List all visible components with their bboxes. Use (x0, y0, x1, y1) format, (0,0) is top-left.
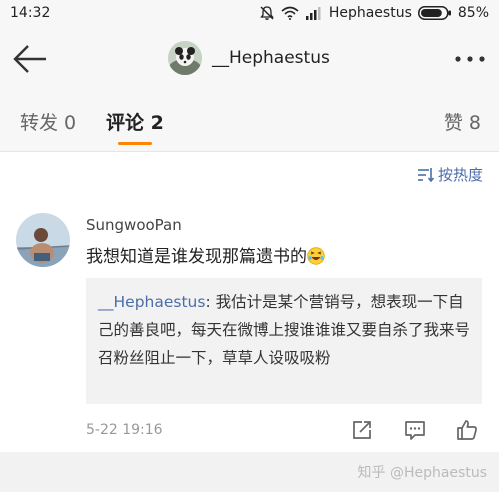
sort-label: 按热度 (437, 166, 483, 184)
nav-title-group[interactable]: __Hephaestus (168, 41, 330, 75)
mute-icon (260, 6, 274, 20)
tab-comment[interactable]: 评论 2 (106, 108, 164, 135)
battery-icon (417, 6, 451, 20)
battery-percent: 85% (457, 5, 489, 21)
like-thumb-icon[interactable] (455, 418, 479, 442)
avatar[interactable] (168, 41, 202, 75)
laughing-emoji-icon (307, 247, 325, 265)
commenter-username[interactable]: SungwooPan (86, 216, 182, 234)
sort-row: 按热度 (0, 152, 499, 196)
comment-body: 我想知道是谁发现那篇遗书的 (86, 247, 307, 267)
status-time: 14:32 (10, 5, 51, 21)
comment-timestamp: 5-22 19:16 (86, 422, 163, 438)
share-icon[interactable] (350, 418, 374, 442)
back-arrow-icon[interactable] (12, 43, 48, 75)
active-tab-indicator (118, 142, 152, 145)
status-bar: 14:32 Hephaestus 85% (0, 0, 499, 28)
comment-item: SungwooPan 我想知道是谁发现那篇遗书的 __Hephaestus: 我… (0, 196, 499, 452)
tab-repost[interactable]: 转发 0 (20, 108, 76, 135)
footer: 知乎 @Hephaestus (0, 452, 499, 492)
nav-bar: __Hephaestus (0, 28, 499, 90)
more-icon[interactable] (453, 52, 487, 66)
comment-text: 我想知道是谁发现那篇遗书的 (86, 242, 325, 267)
wifi-icon (281, 6, 299, 20)
commenter-avatar[interactable] (16, 213, 70, 267)
signal-icon (305, 7, 321, 20)
watermark: 知乎 @Hephaestus (357, 465, 488, 481)
carrier-name: Hephaestus (328, 5, 412, 21)
quoted-username[interactable]: __Hephaestus (98, 293, 205, 311)
tab-like[interactable]: 赞 8 (444, 108, 481, 135)
comment-icon[interactable] (403, 418, 427, 442)
tab-bar: 转发 0 评论 2 赞 8 (0, 90, 499, 152)
page-title: __Hephaestus (212, 48, 330, 68)
sort-icon (417, 168, 434, 182)
status-icons: Hephaestus 85% (259, 5, 489, 21)
quoted-reply[interactable]: __Hephaestus: 我估计是某个营销号，想表现一下自己的善良吧，每天在微… (86, 278, 482, 404)
sort-by-hot-button[interactable]: 按热度 (417, 164, 483, 185)
